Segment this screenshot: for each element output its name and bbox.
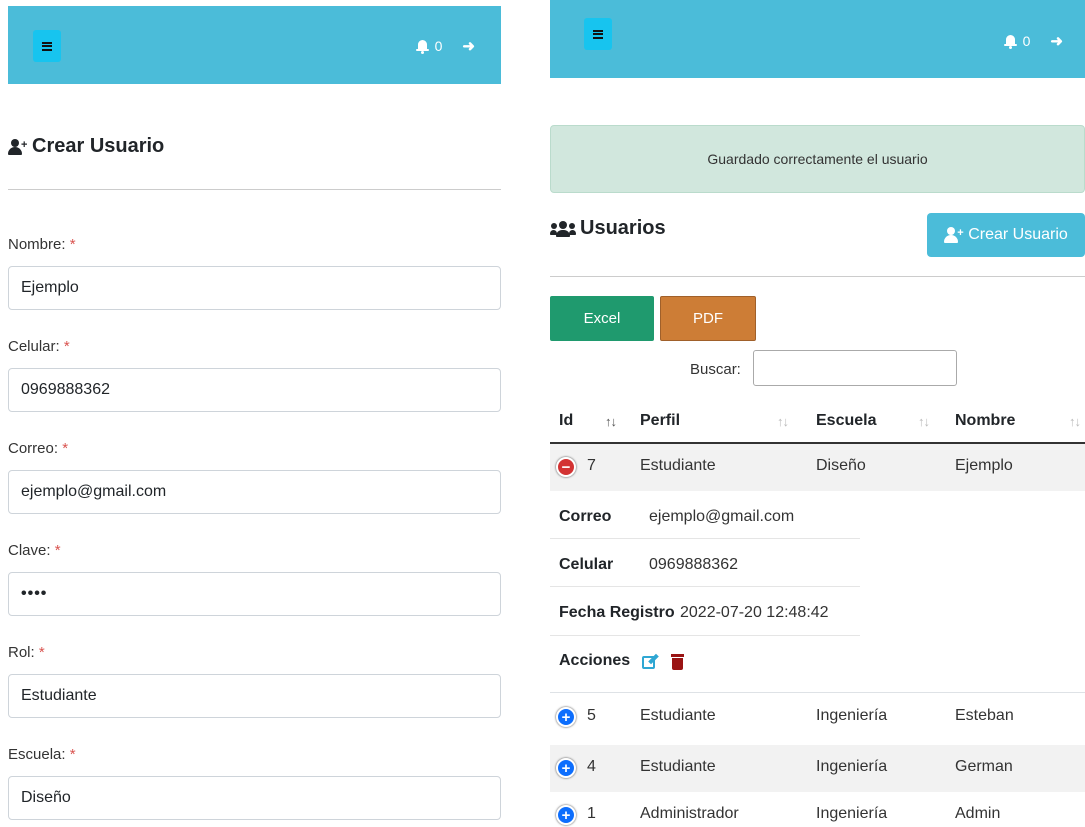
menu-toggle-button[interactable] (584, 18, 612, 50)
nombre-label: Nombre: * (8, 236, 76, 253)
nombre-group: Nombre: * Ejemplo (8, 236, 501, 310)
detail-correo: Correo ejemplo@gmail.com (550, 491, 860, 539)
collapse-row-icon[interactable]: − (556, 457, 576, 477)
celular-label: Celular: * (8, 338, 70, 355)
table-row[interactable]: + 4 Estudiante Ingeniería German (550, 745, 1085, 792)
cell-escuela: Ingeniería (816, 805, 888, 822)
notification-count: 0 (1022, 33, 1031, 49)
detail-value: 0969888362 (649, 556, 738, 573)
cell-escuela: Ingeniería (816, 758, 888, 775)
top-navbar: 0 ➜ (550, 0, 1085, 78)
cell-id: 4 (587, 758, 596, 775)
cell-id: 1 (587, 805, 596, 822)
detail-key: Correo (559, 508, 612, 525)
sort-icon[interactable]: ↑↓ (1069, 414, 1081, 429)
celular-input[interactable]: 0969888362 (8, 368, 501, 412)
cell-perfil: Estudiante (640, 707, 716, 724)
create-user-panel: 0 ➜ + Crear Usuario Nombre: * Ejemplo Ce… (0, 0, 510, 827)
celular-group: Celular: * 0969888362 (8, 338, 501, 412)
top-navbar: 0 ➜ (8, 6, 501, 84)
detail-key: Fecha Registro (559, 604, 675, 621)
pdf-export-button[interactable]: PDF (660, 296, 756, 341)
logout-icon[interactable]: ➜ (1050, 32, 1063, 50)
sort-icon[interactable]: ↑↓ (777, 414, 789, 429)
logout-icon[interactable]: ➜ (462, 37, 475, 55)
edit-icon[interactable] (642, 653, 659, 669)
top-actions: 0 ➜ (415, 37, 475, 55)
column-header-perfil[interactable]: Perfil (640, 412, 680, 430)
escuela-select[interactable]: Diseño (8, 776, 501, 820)
divider (550, 276, 1085, 277)
table-row[interactable]: + 1 Administrador Ingeniería Admin (550, 792, 1085, 827)
clave-group: Clave: * •••• (8, 542, 501, 616)
cell-escuela: Diseño (816, 457, 866, 474)
page-title-text: Crear Usuario (32, 135, 165, 157)
cell-nombre: Esteban (955, 707, 1014, 724)
detail-value: ejemplo@gmail.com (649, 508, 795, 525)
correo-group: Correo: * ejemplo@gmail.com (8, 440, 501, 514)
detail-celular: Celular 0969888362 (550, 539, 860, 587)
column-header-escuela[interactable]: Escuela (816, 412, 876, 430)
users-list-panel: 0 ➜ Guardado correctamente el usuario Us… (550, 0, 1085, 827)
top-actions: 0 ➜ (1003, 32, 1063, 50)
bell-icon[interactable] (1003, 34, 1017, 49)
page-title: Usuarios (550, 217, 666, 240)
clave-input[interactable]: •••• (8, 572, 501, 616)
correo-label: Correo: * (8, 440, 69, 457)
escuela-label: Escuela: * (8, 746, 76, 763)
column-header-nombre[interactable]: Nombre (955, 412, 1015, 430)
trash-icon[interactable] (671, 653, 685, 670)
expand-row-icon[interactable]: + (556, 707, 576, 727)
correo-input[interactable]: ejemplo@gmail.com (8, 470, 501, 514)
user-plus-icon: + (8, 138, 28, 155)
bell-icon[interactable] (415, 39, 429, 54)
column-header-id[interactable]: Id (559, 412, 573, 430)
detail-key: Celular (559, 556, 614, 573)
escuela-group: Escuela: * Diseño (8, 746, 501, 820)
expand-row-icon[interactable]: + (556, 805, 576, 825)
create-user-label: Crear Usuario (968, 226, 1068, 243)
detail-key: Acciones (559, 652, 631, 669)
cell-perfil: Administrador (640, 805, 739, 822)
users-icon (550, 220, 576, 237)
page-title-text: Usuarios (580, 217, 666, 239)
search-input[interactable] (753, 350, 957, 386)
notification-count: 0 (434, 38, 443, 54)
page-title: + Crear Usuario (8, 135, 164, 158)
rol-select[interactable]: Estudiante (8, 674, 501, 718)
cell-id: 7 (587, 457, 596, 474)
menu-icon (42, 41, 52, 51)
success-alert: Guardado correctamente el usuario (550, 125, 1085, 193)
detail-value: 2022-07-20 12:48:42 (680, 604, 829, 621)
menu-toggle-button[interactable] (33, 30, 61, 62)
divider (8, 189, 501, 190)
table-row[interactable]: + 5 Estudiante Ingeniería Esteban (550, 693, 1085, 740)
table-row[interactable]: − 7 Estudiante Diseño Ejemplo (550, 444, 1085, 491)
menu-icon (593, 29, 603, 39)
create-user-button[interactable]: + Crear Usuario (927, 213, 1085, 257)
search-label: Buscar: (690, 361, 741, 378)
user-plus-icon: + (944, 227, 964, 243)
detail-fecha-registro: Fecha Registro 2022-07-20 12:48:42 (550, 587, 860, 636)
cell-perfil: Estudiante (640, 758, 716, 775)
cell-id: 5 (587, 707, 596, 724)
cell-nombre: Ejemplo (955, 457, 1013, 474)
expand-row-icon[interactable]: + (556, 758, 576, 778)
cell-nombre: German (955, 758, 1013, 775)
excel-export-button[interactable]: Excel (550, 296, 654, 341)
sort-icon[interactable]: ↑↓ (605, 414, 617, 429)
nombre-input[interactable]: Ejemplo (8, 266, 501, 310)
cell-escuela: Ingeniería (816, 707, 888, 724)
detail-actions: Acciones (559, 652, 685, 670)
cell-perfil: Estudiante (640, 457, 716, 474)
clave-label: Clave: * (8, 542, 61, 559)
cell-nombre: Admin (955, 805, 1001, 822)
rol-group: Rol: * Estudiante (8, 644, 501, 718)
sort-icon[interactable]: ↑↓ (918, 414, 930, 429)
rol-label: Rol: * (8, 644, 45, 661)
